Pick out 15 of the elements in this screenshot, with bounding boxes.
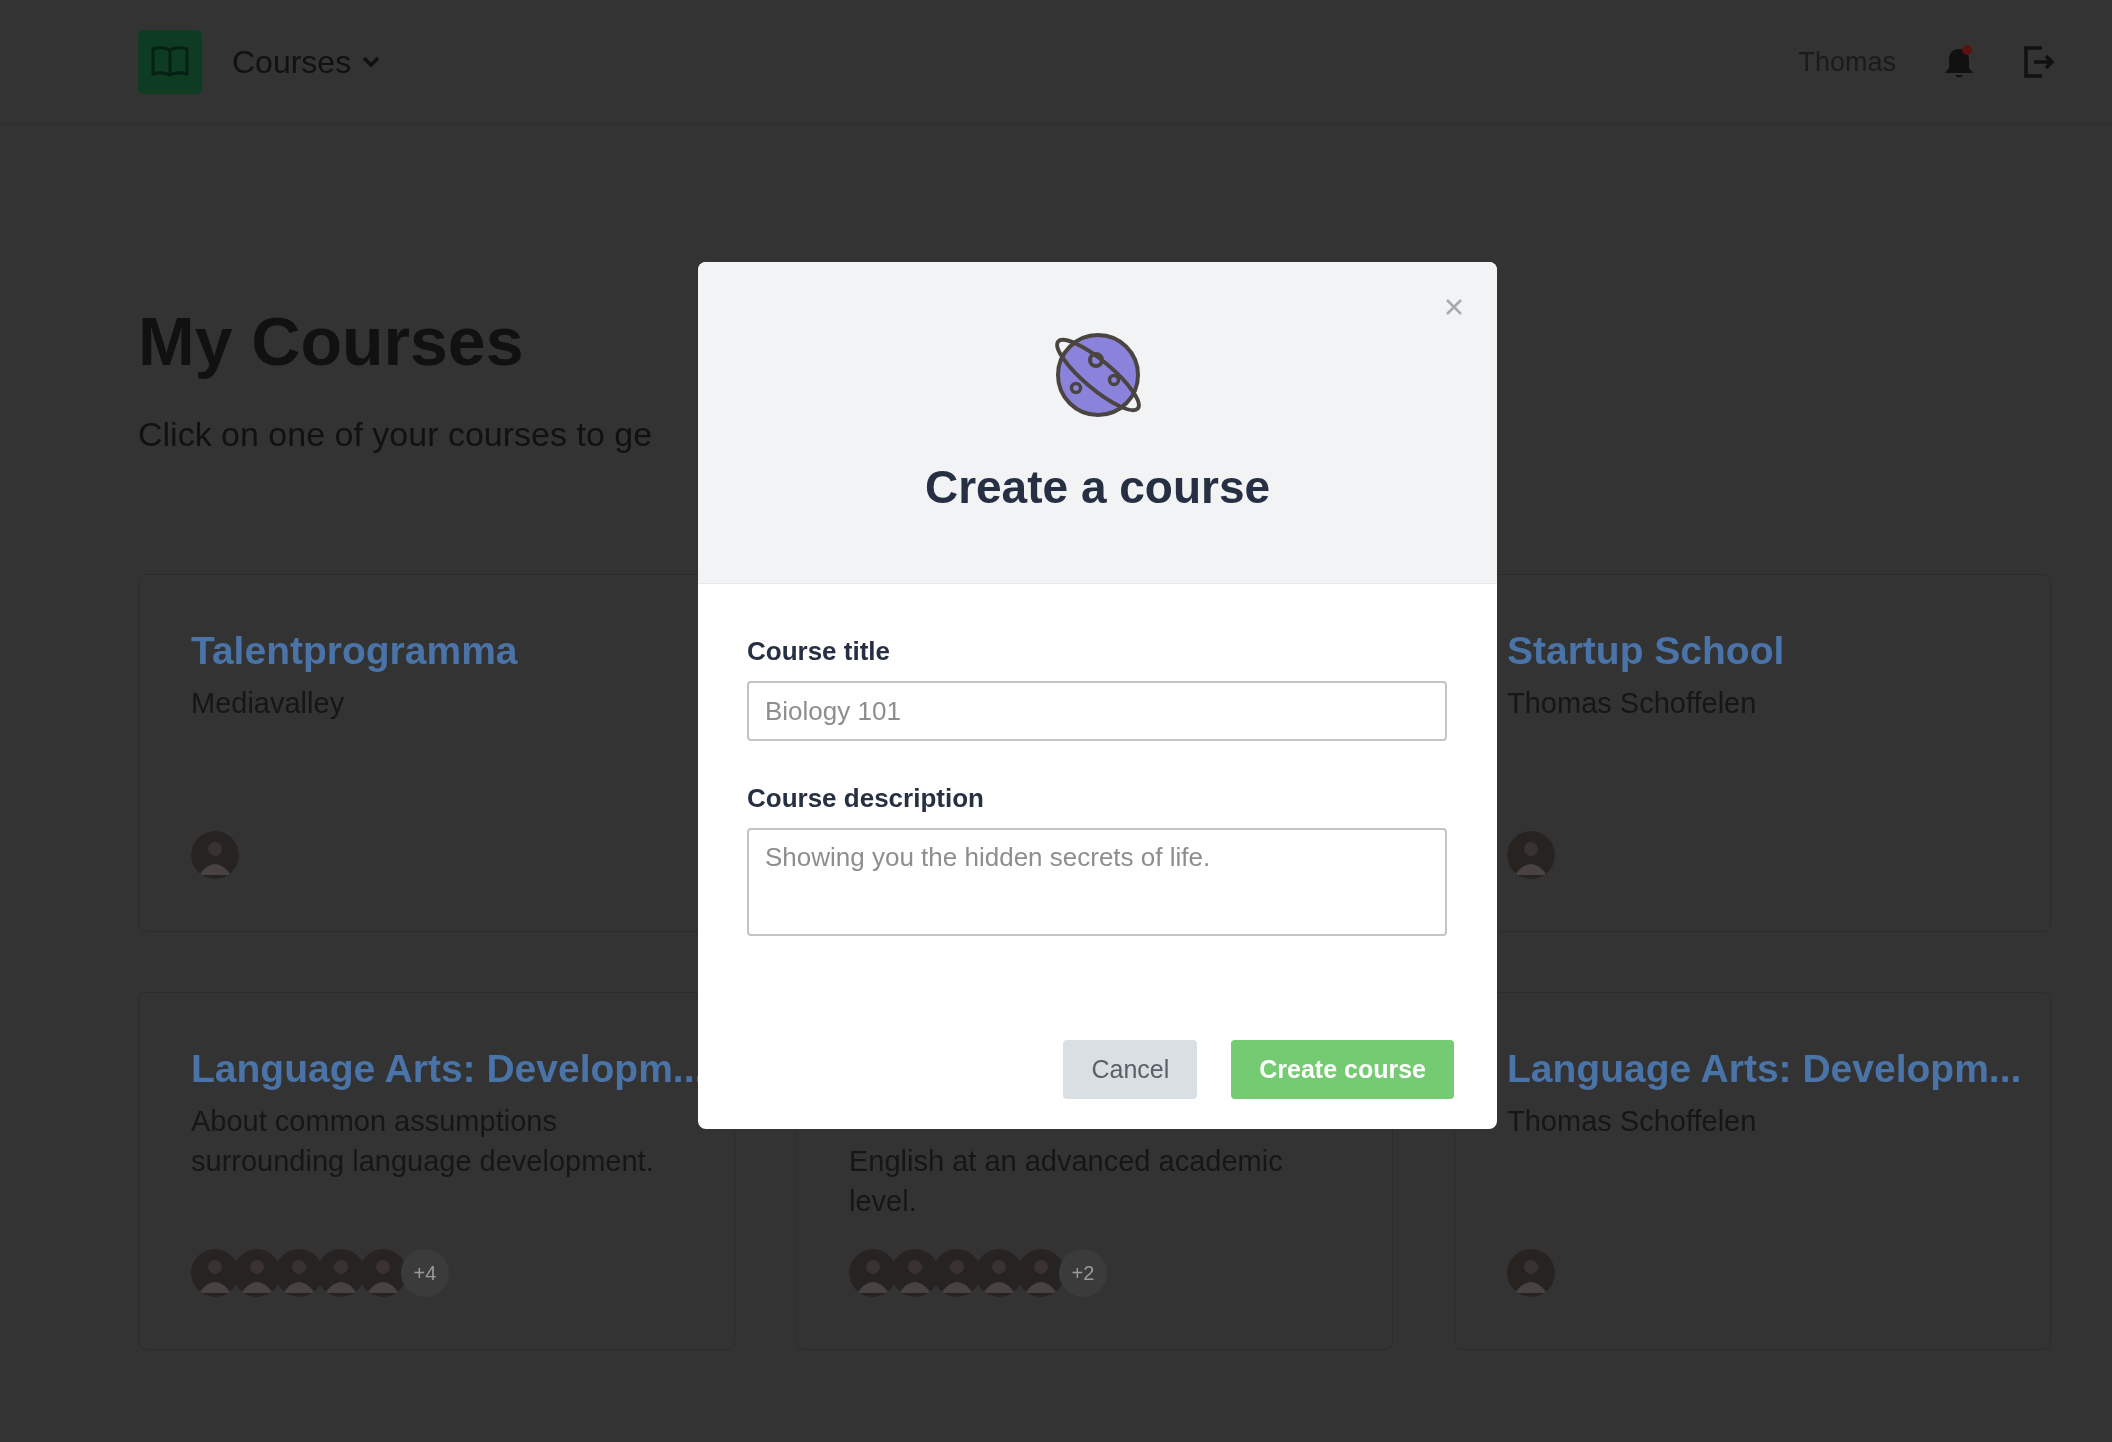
dialog-title: Create a course: [924, 460, 1271, 514]
caret-icon: [361, 55, 382, 69]
more-count: +2: [1059, 1249, 1107, 1297]
text-area[interactable]: Showing you the hidden secrets of life.: [747, 828, 1447, 936]
more-count: +4: [401, 1249, 449, 1297]
course-title[interactable]: Language Arts: Developm...: [1507, 1047, 2022, 1090]
input-field[interactable]: Biology 101: [747, 681, 1447, 741]
book-logo-icon[interactable]: [138, 30, 202, 94]
field-label: Course title: [747, 636, 892, 667]
field-label: Course description: [747, 783, 985, 814]
course-title[interactable]: Startup School: [1507, 629, 1785, 672]
logout-icon[interactable]: [2022, 45, 2054, 79]
create-button[interactable]: Create course: [1231, 1040, 1454, 1099]
cancel-button[interactable]: Cancel: [1063, 1040, 1198, 1099]
course-title[interactable]: Talentprogramma: [191, 629, 518, 672]
